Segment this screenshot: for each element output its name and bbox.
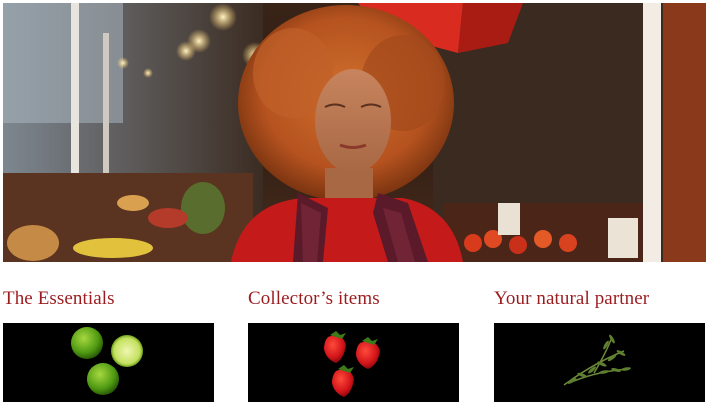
card-image-strawberries[interactable] <box>248 323 459 402</box>
hero-image <box>3 3 706 262</box>
card-title-essentials[interactable]: The Essentials <box>3 288 115 310</box>
hero-photo-illustration <box>3 3 706 262</box>
rosemary-illustration <box>563 334 631 386</box>
card-title-collectors-items[interactable]: Collector’s items <box>248 288 380 310</box>
card-title-natural-partner[interactable]: Your natural partner <box>494 288 649 310</box>
limes-illustration <box>71 327 143 395</box>
card-image-limes[interactable] <box>3 323 214 402</box>
strawberries-illustration <box>324 331 380 397</box>
card-image-rosemary[interactable] <box>494 323 705 402</box>
